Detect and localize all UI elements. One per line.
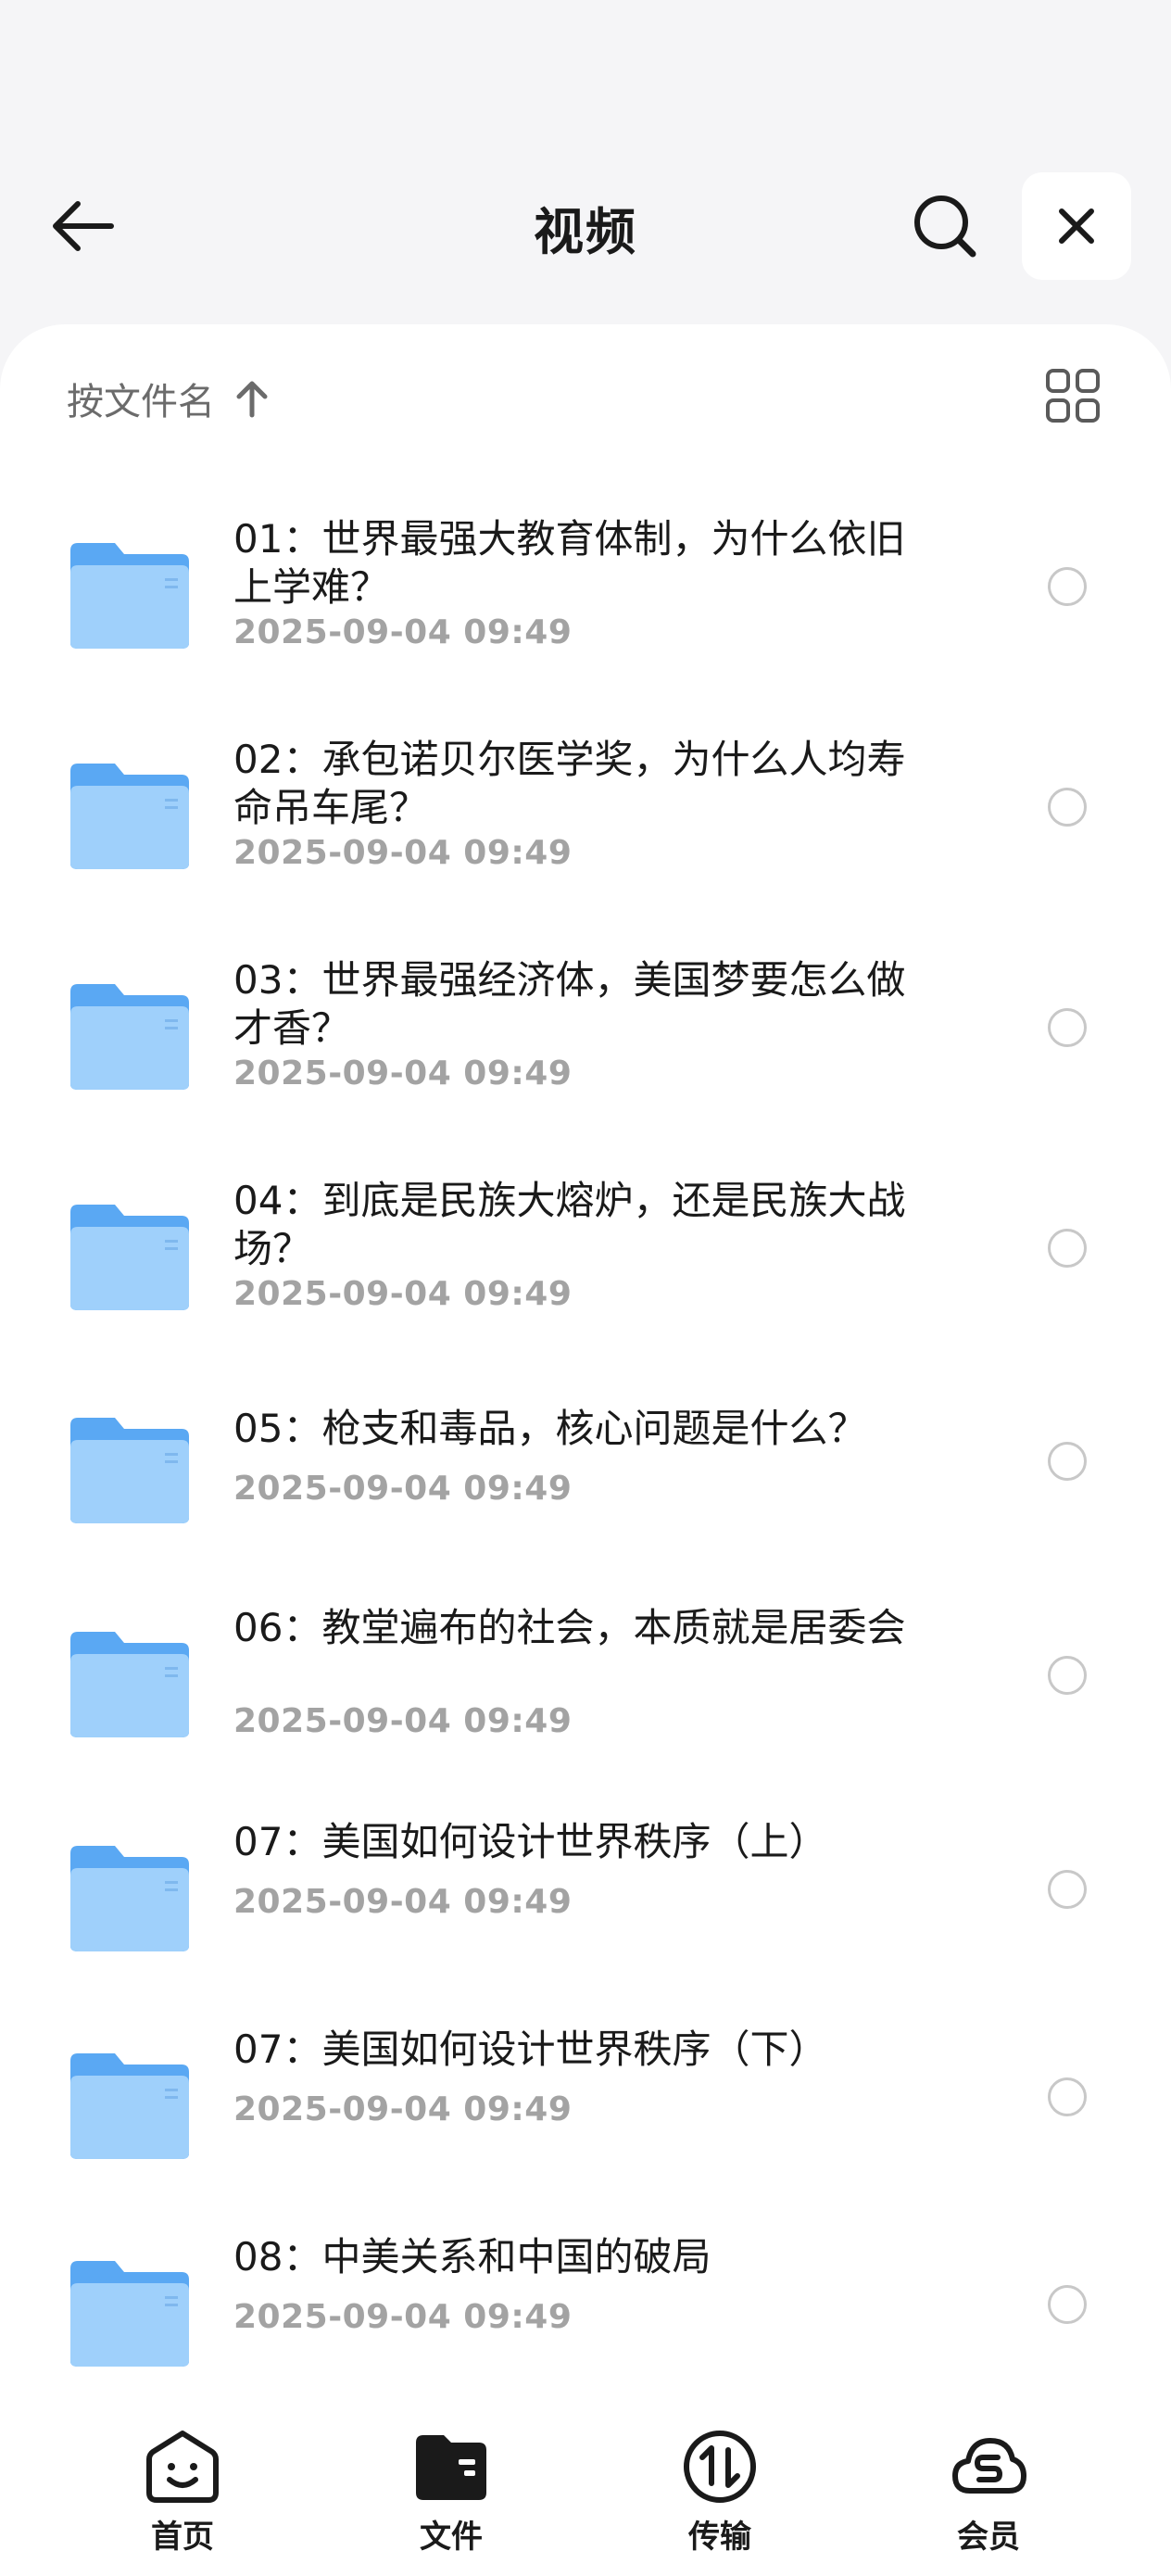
select-radio[interactable] xyxy=(1048,1656,1087,1695)
file-date: 2025-09-04 09:49 xyxy=(233,1054,573,1092)
select-radio[interactable] xyxy=(1048,567,1087,606)
folder-icon xyxy=(416,2435,486,2500)
nav-label: 会员 xyxy=(957,2519,1020,2556)
nav-vip[interactable]: 会员 xyxy=(896,2428,1081,2557)
folder-icon xyxy=(70,1205,189,1310)
select-radio[interactable] xyxy=(1048,1229,1087,1268)
file-date: 2025-09-04 09:49 xyxy=(233,1275,573,1313)
list-item[interactable]: 07：美国如何设计世界秩序（下） 2025-09-04 09:49 xyxy=(0,1992,1171,2178)
page-title: 视频 xyxy=(534,203,637,261)
file-date: 2025-09-04 09:49 xyxy=(233,834,573,872)
arrow-up-icon xyxy=(236,381,268,418)
file-title: 07：美国如何设计世界秩序（上） xyxy=(233,1819,828,1864)
nav-files[interactable]: 文件 xyxy=(359,2428,544,2557)
folder-icon xyxy=(70,1632,189,1737)
file-date: 2025-09-04 09:49 xyxy=(233,613,573,651)
grid-icon xyxy=(1046,369,1100,423)
list-item[interactable]: 02：承包诺贝尔医学奖，为什么人均寿命吊车尾？ 2025-09-04 09:49 xyxy=(0,702,1171,888)
select-radio[interactable] xyxy=(1048,2077,1087,2116)
list-item[interactable]: 04：到底是民族大熔炉，还是民族大战场？ 2025-09-04 09:49 xyxy=(0,1143,1171,1329)
list-item[interactable]: 03：世界最强经济体，美国梦要怎么做才香？ 2025-09-04 09:49 xyxy=(0,923,1171,1108)
folder-icon xyxy=(70,2261,189,2367)
file-title: 06：教堂遍布的社会，本质就是居委会 xyxy=(233,1605,906,1650)
file-date: 2025-09-04 09:49 xyxy=(233,1702,573,1740)
file-date: 2025-09-04 09:49 xyxy=(233,2090,573,2128)
page: 视频 按文件名 01：世界最强大教育体制，为什么依旧上学难？ 2025-09-0… xyxy=(0,0,1171,2576)
folder-icon xyxy=(70,2053,189,2159)
folder-icon xyxy=(70,984,189,1090)
file-title: 04：到底是民族大熔炉，还是民族大战场？ xyxy=(233,1178,906,1271)
select-radio[interactable] xyxy=(1048,1008,1087,1047)
search-icon xyxy=(914,196,976,258)
folder-icon xyxy=(70,764,189,869)
bottom-nav: 首页 文件 传输 会员 xyxy=(0,2409,1171,2576)
list-item[interactable]: 08：中美关系和中国的破局 2025-09-04 09:49 xyxy=(0,2200,1171,2385)
close-button[interactable] xyxy=(1022,172,1131,280)
list-item[interactable]: 06：教堂遍布的社会，本质就是居委会 2025-09-04 09:49 xyxy=(0,1571,1171,1756)
list-item[interactable]: 01：世界最强大教育体制，为什么依旧上学难？ 2025-09-04 09:49 xyxy=(0,482,1171,667)
nav-label: 文件 xyxy=(420,2519,483,2556)
grid-view-button[interactable] xyxy=(1043,366,1102,425)
nav-label: 首页 xyxy=(151,2519,214,2556)
folder-icon xyxy=(70,1418,189,1523)
file-date: 2025-09-04 09:49 xyxy=(233,1883,573,1921)
nav-transfer[interactable]: 传输 xyxy=(627,2428,812,2557)
list-item[interactable]: 05：枪支和毒品，核心问题是什么？ 2025-09-04 09:49 xyxy=(0,1357,1171,1542)
select-radio[interactable] xyxy=(1048,1442,1087,1481)
file-title: 05：枪支和毒品，核心问题是什么？ xyxy=(233,1406,867,1451)
sort-control[interactable]: 按文件名 xyxy=(67,371,271,426)
file-title: 08：中美关系和中国的破局 xyxy=(233,2234,711,2279)
file-title: 03：世界最强经济体，美国梦要怎么做才香？ xyxy=(233,957,906,1051)
smile-face-icon xyxy=(146,2431,219,2503)
file-title: 02：承包诺贝尔医学奖，为什么人均寿命吊车尾？ xyxy=(233,737,906,830)
file-date: 2025-09-04 09:49 xyxy=(233,2298,573,2336)
select-radio[interactable] xyxy=(1048,1870,1087,1909)
folder-icon xyxy=(70,543,189,649)
close-icon xyxy=(1059,208,1094,244)
select-radio[interactable] xyxy=(1048,2285,1087,2324)
file-title: 07：美国如何设计世界秩序（下） xyxy=(233,2027,828,2072)
file-date: 2025-09-04 09:49 xyxy=(233,1470,573,1508)
folder-icon xyxy=(70,1846,189,1951)
list-item[interactable]: 07：美国如何设计世界秩序（上） 2025-09-04 09:49 xyxy=(0,1785,1171,1970)
nav-label: 传输 xyxy=(688,2519,751,2556)
file-list-card: 按文件名 01：世界最强大教育体制，为什么依旧上学难？ 2025-09-04 0… xyxy=(0,324,1171,2576)
cloud-s-icon xyxy=(952,2438,1026,2494)
select-radio[interactable] xyxy=(1048,788,1087,827)
transfer-icon xyxy=(684,2431,756,2503)
search-button[interactable] xyxy=(899,183,991,269)
file-title: 01：世界最强大教育体制，为什么依旧上学难？ xyxy=(233,516,906,610)
sort-label: 按文件名 xyxy=(67,381,215,423)
nav-home[interactable]: 首页 xyxy=(90,2428,275,2557)
header-bar: 视频 xyxy=(0,163,1171,289)
